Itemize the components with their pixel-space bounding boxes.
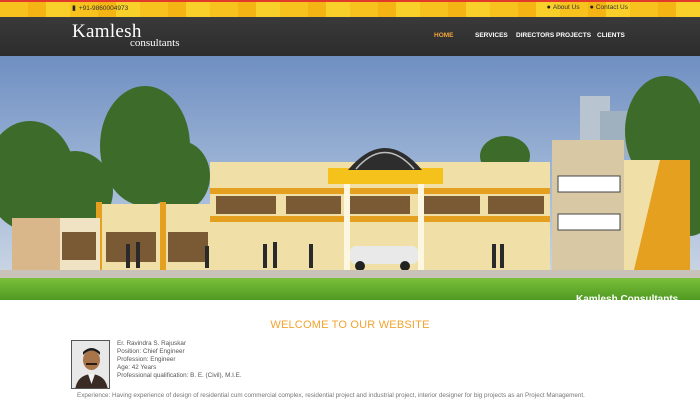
main-navbar: Kamlesh consultants HOME SERVICES DIRECT… [0,17,700,56]
nav-menu: HOME SERVICES DIRECTORS PROJECTS CLIENTS [434,32,625,39]
contact-us-label: Contact Us [595,4,628,11]
building-rendering [0,56,700,300]
contact-us-link[interactable]: ● Contact Us [590,4,628,11]
person-portrait [72,341,109,388]
hero-slider[interactable] [0,56,700,300]
top-bar: ▮ +91-9860004973 ● About Us ● Contact Us [0,0,700,17]
welcome-heading: WELCOME TO OUR WEBSITE [270,319,430,331]
nav-clients[interactable]: CLIENTS [597,32,625,39]
user-icon: ● [589,4,594,11]
user-icon: ● [546,4,551,11]
profile-qualification: Professional qualification: B. E. (Civil… [117,372,242,380]
slide-caption: Kamlesh Consultants [576,294,679,305]
nav-home[interactable]: HOME [434,32,475,39]
about-us-label: About Us [552,4,580,11]
profile-name: Er. Ravindra S. Rajuskar [117,340,186,347]
profile-experience: Experience: Having experience of design … [77,392,585,399]
profile-age: Age: 42 Years [117,364,157,372]
profile-position: Position: Chief Engineer [117,348,185,356]
site-logo[interactable]: Kamlesh consultants [72,22,180,49]
logo-subtitle: consultants [130,37,180,49]
director-profile: Er. Ravindra S. Rajuskar Position: Chief… [117,340,242,380]
profile-profession: Profession: Engineer [117,356,176,364]
phone-number: +91-9860004973 [78,4,129,12]
about-us-link[interactable]: ● About Us [547,4,580,11]
nav-projects[interactable]: PROJECTS [556,32,597,39]
phone-contact: ▮ +91-9860004973 [72,4,129,13]
nav-services[interactable]: SERVICES [475,32,516,39]
phone-icon: ▮ [72,5,76,12]
nav-directors[interactable]: DIRECTORS [516,32,556,39]
top-links: ● About Us ● Contact Us [547,4,628,11]
director-photo [71,340,110,389]
